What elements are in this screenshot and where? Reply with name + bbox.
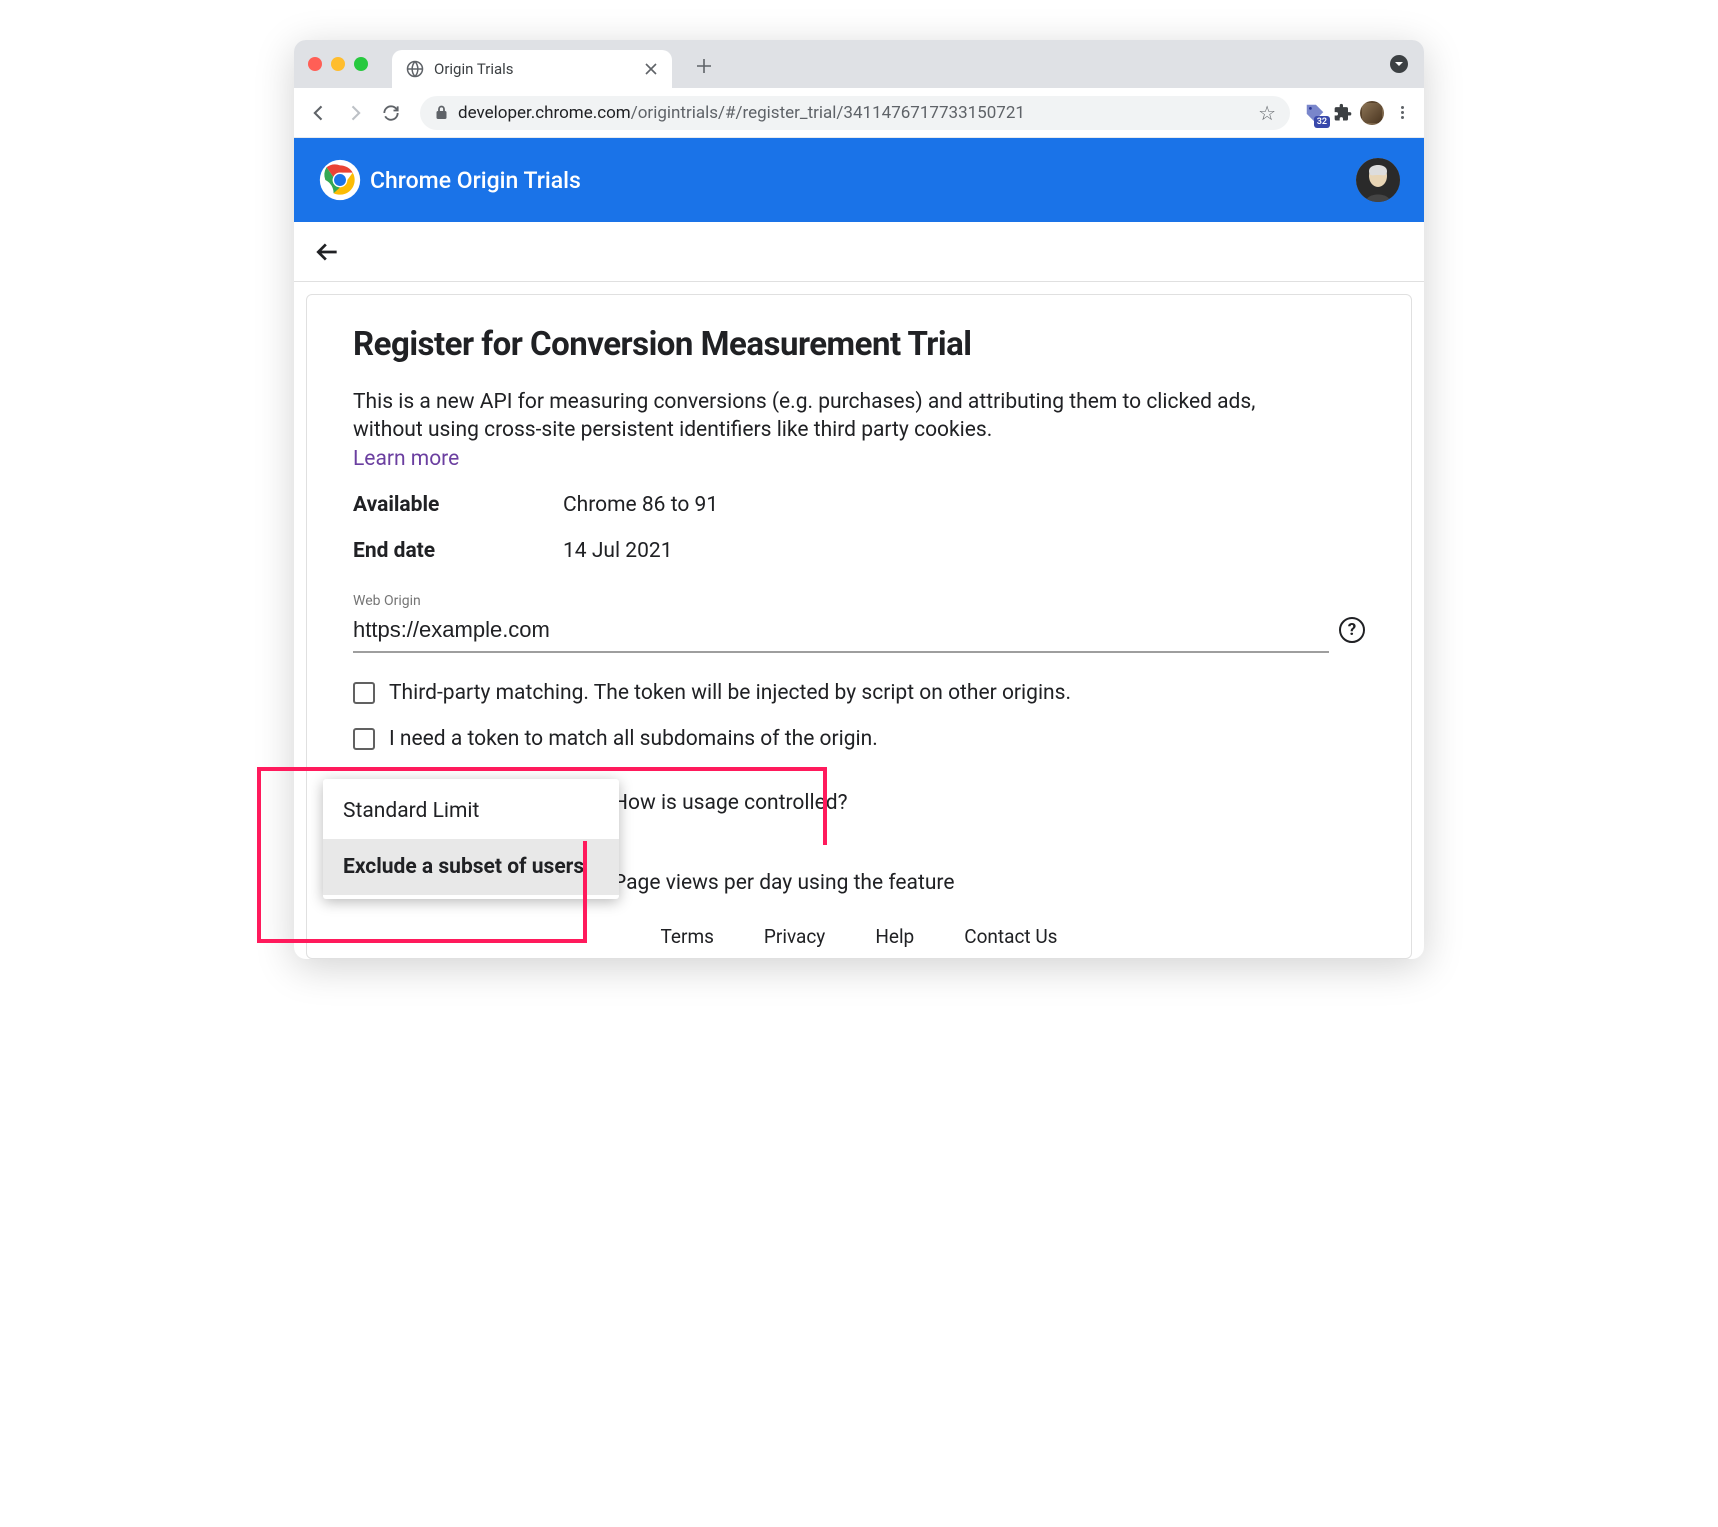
extension-tag-icon[interactable]: 32 — [1304, 102, 1326, 124]
footer-help-link[interactable]: Help — [875, 925, 914, 948]
toolbar: developer.chrome.com/origintrials/#/regi… — [294, 88, 1424, 138]
user-avatar[interactable] — [1356, 158, 1400, 202]
dropdown-option-standard[interactable]: Standard Limit — [323, 783, 619, 839]
usage-dropdown[interactable]: Standard Limit Exclude a subset of users — [323, 779, 619, 899]
third-party-label: Third-party matching. The token will be … — [389, 681, 1071, 705]
page-title: Register for Conversion Measurement Tria… — [353, 325, 1365, 364]
tab-overflow-icon[interactable] — [1390, 55, 1408, 73]
minimize-window-icon[interactable] — [331, 57, 345, 71]
globe-icon — [406, 60, 424, 78]
app-title: Chrome Origin Trials — [370, 167, 581, 194]
reload-button[interactable] — [376, 98, 406, 128]
third-party-checkbox-row[interactable]: Third-party matching. The token will be … — [353, 681, 1365, 705]
learn-more-link[interactable]: Learn more — [353, 447, 1365, 471]
checkbox-icon[interactable] — [353, 682, 375, 704]
page-views-label: Page views per day using the feature — [613, 871, 1365, 895]
extension-badge-count: 32 — [1314, 116, 1330, 128]
checkbox-icon[interactable] — [353, 728, 375, 750]
page-back-button[interactable] — [314, 238, 342, 266]
content: Register for Conversion Measurement Tria… — [294, 294, 1424, 959]
url-text: developer.chrome.com/origintrials/#/regi… — [458, 103, 1025, 123]
profile-avatar-icon[interactable] — [1360, 101, 1384, 125]
extensions-icon[interactable] — [1332, 102, 1354, 124]
lock-icon — [434, 106, 448, 120]
footer-links: Terms Privacy Help Contact Us — [353, 895, 1365, 958]
close-tab-icon[interactable] — [644, 62, 658, 76]
browser-window: Origin Trials developer.chrome.com/or — [294, 40, 1424, 959]
address-bar[interactable]: developer.chrome.com/origintrials/#/regi… — [420, 96, 1290, 130]
close-window-icon[interactable] — [308, 57, 322, 71]
available-label: Available — [353, 493, 563, 517]
web-origin-input[interactable] — [353, 613, 1329, 653]
tab-title: Origin Trials — [434, 60, 514, 78]
subdomains-checkbox-row[interactable]: I need a token to match all subdomains o… — [353, 727, 1365, 751]
back-button[interactable] — [304, 98, 334, 128]
subheader — [294, 222, 1424, 282]
available-value: Chrome 86 to 91 — [563, 493, 718, 517]
footer-privacy-link[interactable]: Privacy — [764, 925, 825, 948]
subdomains-label: I need a token to match all subdomains o… — [389, 727, 878, 751]
dropdown-option-exclude[interactable]: Exclude a subset of users — [323, 839, 619, 895]
browser-menu-icon[interactable] — [1390, 101, 1414, 125]
tab-bar: Origin Trials — [294, 40, 1424, 88]
page-description: This is a new API for measuring conversi… — [353, 388, 1293, 445]
chrome-logo-icon — [318, 158, 362, 202]
help-icon[interactable]: ? — [1339, 617, 1365, 643]
new-tab-button[interactable] — [690, 52, 718, 80]
footer-contact-link[interactable]: Contact Us — [964, 925, 1057, 948]
forward-button[interactable] — [340, 98, 370, 128]
usage-restriction-area: How is usage controlled? Page views per … — [353, 791, 1365, 895]
footer-terms-link[interactable]: Terms — [661, 925, 714, 948]
bookmark-star-icon[interactable]: ☆ — [1258, 101, 1276, 125]
end-date-label: End date — [353, 539, 563, 563]
window-controls — [308, 57, 368, 71]
maximize-window-icon[interactable] — [354, 57, 368, 71]
registration-card: Register for Conversion Measurement Tria… — [306, 294, 1412, 959]
usage-controlled-link[interactable]: How is usage controlled? — [613, 791, 848, 815]
web-origin-label: Web Origin — [353, 593, 1365, 609]
browser-tab[interactable]: Origin Trials — [392, 50, 672, 88]
app-header: Chrome Origin Trials — [294, 138, 1424, 222]
end-date-value: 14 Jul 2021 — [563, 539, 673, 563]
